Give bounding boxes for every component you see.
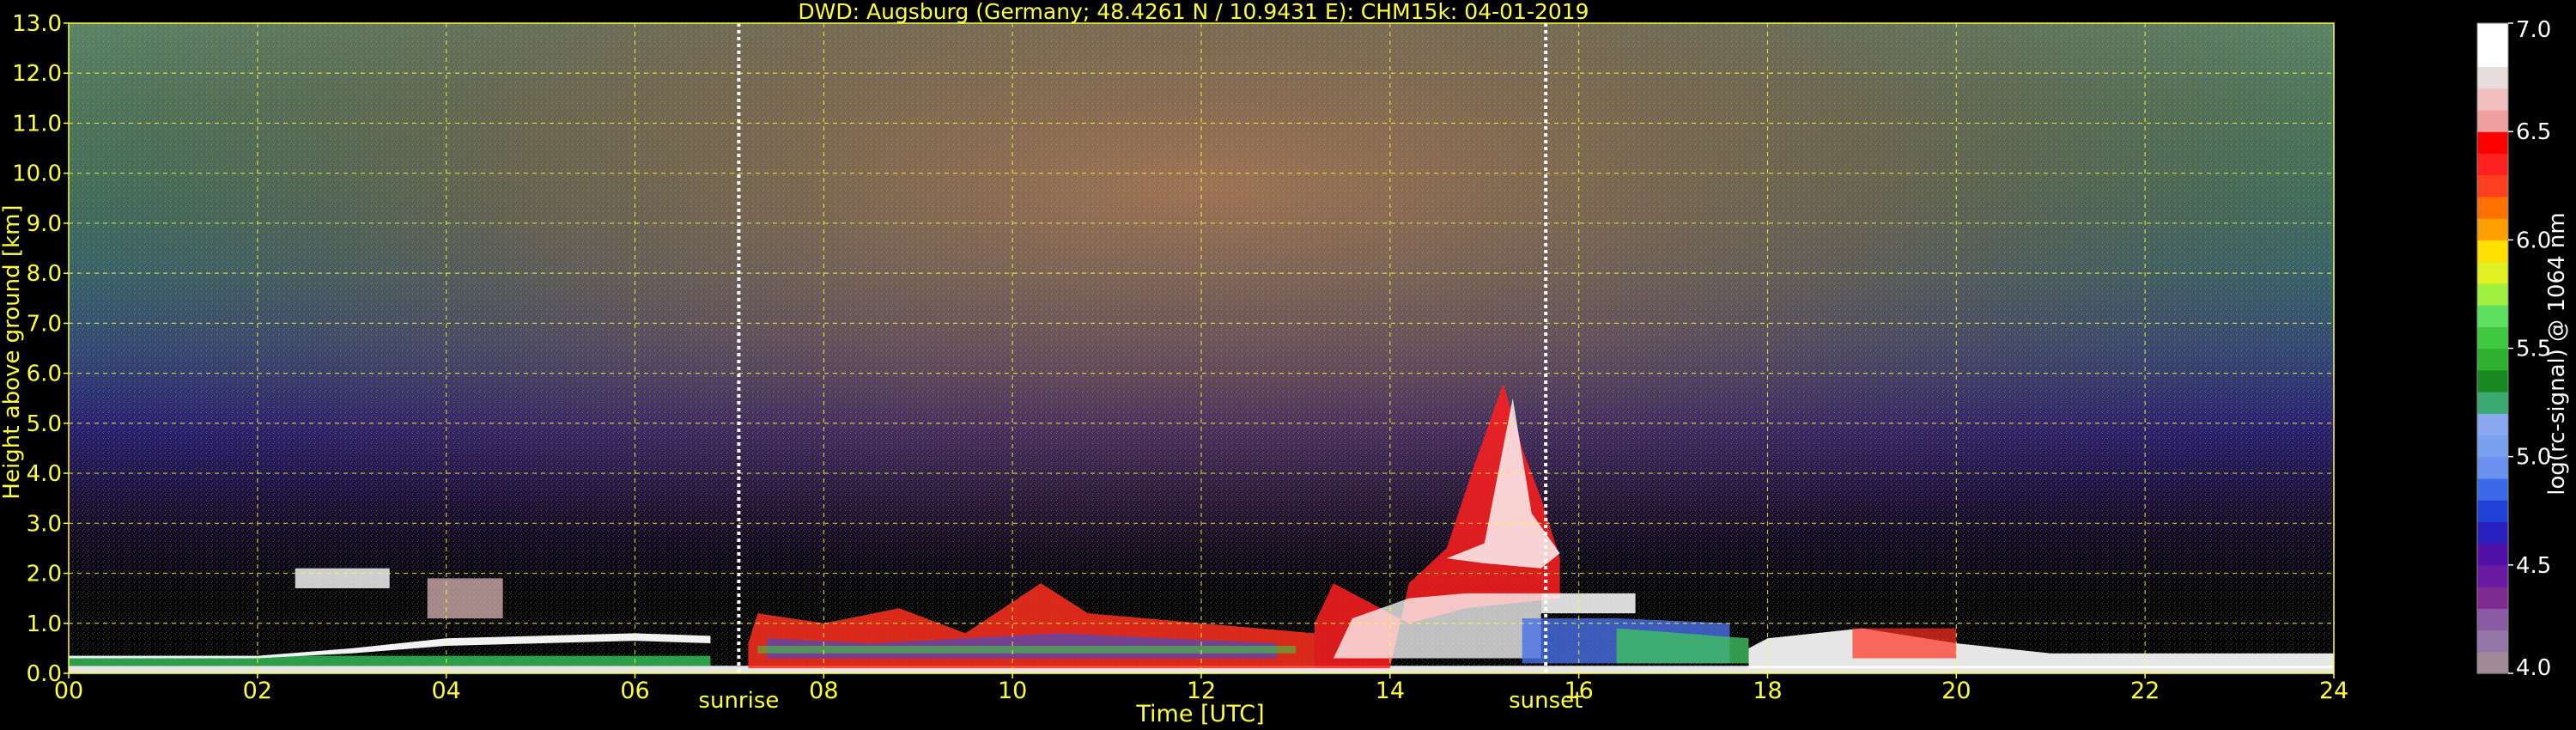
- x-tick-label: 24: [2319, 678, 2348, 704]
- x-tick-label: 10: [998, 678, 1027, 704]
- y-tick-label: 6.0: [27, 362, 62, 387]
- x-tick-label: 14: [1376, 678, 1405, 704]
- colorbar-segment: [2477, 543, 2508, 566]
- backscatter-region: [1540, 593, 1636, 614]
- y-tick-label: 1.0: [27, 611, 62, 637]
- x-tick-label: 04: [431, 678, 460, 704]
- y-tick-label: 2.0: [27, 562, 62, 587]
- colorbar-tick-label: 6.5: [2516, 119, 2551, 145]
- colorbar-tick-label: 4.0: [2516, 655, 2551, 681]
- x-tick-label: 22: [2130, 678, 2160, 704]
- colorbar-segment: [2477, 391, 2508, 414]
- y-tick-label: 7.0: [27, 311, 62, 337]
- colorbar-segment: [2477, 23, 2508, 46]
- colorbar-segment: [2477, 521, 2508, 544]
- colorbar-tick-label: 7.0: [2516, 17, 2551, 43]
- colorbar-segment: [2477, 564, 2508, 587]
- colorbar-segment: [2477, 109, 2508, 132]
- colorbar-segment: [2477, 66, 2508, 89]
- y-tick-label: 11.0: [12, 111, 62, 137]
- colorbar-segment: [2477, 435, 2508, 458]
- colorbar-segment: [2477, 153, 2508, 176]
- backscatter-region: [427, 578, 503, 618]
- colorbar-segment: [2477, 456, 2508, 479]
- y-tick-label: 10.0: [12, 161, 62, 187]
- colorbar-segment: [2477, 413, 2508, 436]
- y-tick-label: 4.0: [27, 461, 62, 487]
- plot-area: [68, 22, 2335, 674]
- colorbar-segment: [2477, 174, 2508, 198]
- colorbar-segment: [2477, 369, 2508, 392]
- colorbar-segment: [2477, 131, 2508, 154]
- y-tick-label: 0.0: [27, 661, 62, 687]
- colorbar-segment: [2477, 261, 2508, 284]
- colorbar-segment: [2477, 500, 2508, 522]
- colorbar-segment: [2477, 630, 2508, 653]
- colorbar-segment: [2477, 305, 2508, 327]
- backscatter-region: [295, 568, 390, 589]
- colorbar-segment: [2477, 587, 2508, 609]
- x-tick-label: 18: [1753, 678, 1782, 704]
- y-tick-label: 9.0: [27, 211, 62, 237]
- x-axis-label: Time [UTC]: [1135, 701, 1264, 727]
- colorbar-label: log(rc-signal) @ 1064 nm: [2544, 212, 2570, 495]
- sun-label: sunset: [1509, 688, 1583, 714]
- y-tick-label: 5.0: [27, 411, 62, 437]
- y-tick-label: 12.0: [12, 61, 62, 87]
- x-axis-ticks: 00 02 04 06 08 10 12 14 16 18 20 22 24: [54, 673, 2348, 704]
- y-tick-label: 3.0: [27, 511, 62, 537]
- colorbar-segment: [2477, 240, 2508, 263]
- sun-label: sunrise: [698, 688, 779, 714]
- chart-title: DWD: Augsburg (Germany; 48.4261 N / 10.9…: [798, 0, 1589, 24]
- colorbar-segment: [2477, 326, 2508, 350]
- ceilometer-chart: DWD: Augsburg (Germany; 48.4261 N / 10.9…: [0, 0, 2570, 727]
- x-tick-label: 02: [243, 678, 272, 704]
- colorbar-segment: [2477, 196, 2508, 219]
- y-tick-label: 13.0: [12, 11, 62, 37]
- colorbar: [2476, 22, 2509, 674]
- colorbar-segment: [2477, 88, 2508, 111]
- y-tick-label: 8.0: [27, 261, 62, 287]
- colorbar-segment: [2477, 283, 2508, 306]
- colorbar-segment: [2477, 348, 2508, 371]
- y-axis-label: Height above ground [km]: [0, 204, 25, 499]
- colorbar-segment: [2477, 45, 2508, 68]
- backscatter-region: [1852, 628, 1957, 659]
- x-tick-label: 08: [809, 678, 838, 704]
- colorbar-tick-label: 4.5: [2516, 553, 2551, 579]
- colorbar-segment: [2477, 478, 2508, 501]
- x-tick-label: 20: [1941, 678, 1971, 704]
- colorbar-segment: [2477, 218, 2508, 240]
- x-tick-label: 06: [620, 678, 649, 704]
- backscatter-region: [757, 645, 1296, 654]
- colorbar-segment: [2477, 651, 2508, 674]
- colorbar-segment: [2477, 608, 2508, 631]
